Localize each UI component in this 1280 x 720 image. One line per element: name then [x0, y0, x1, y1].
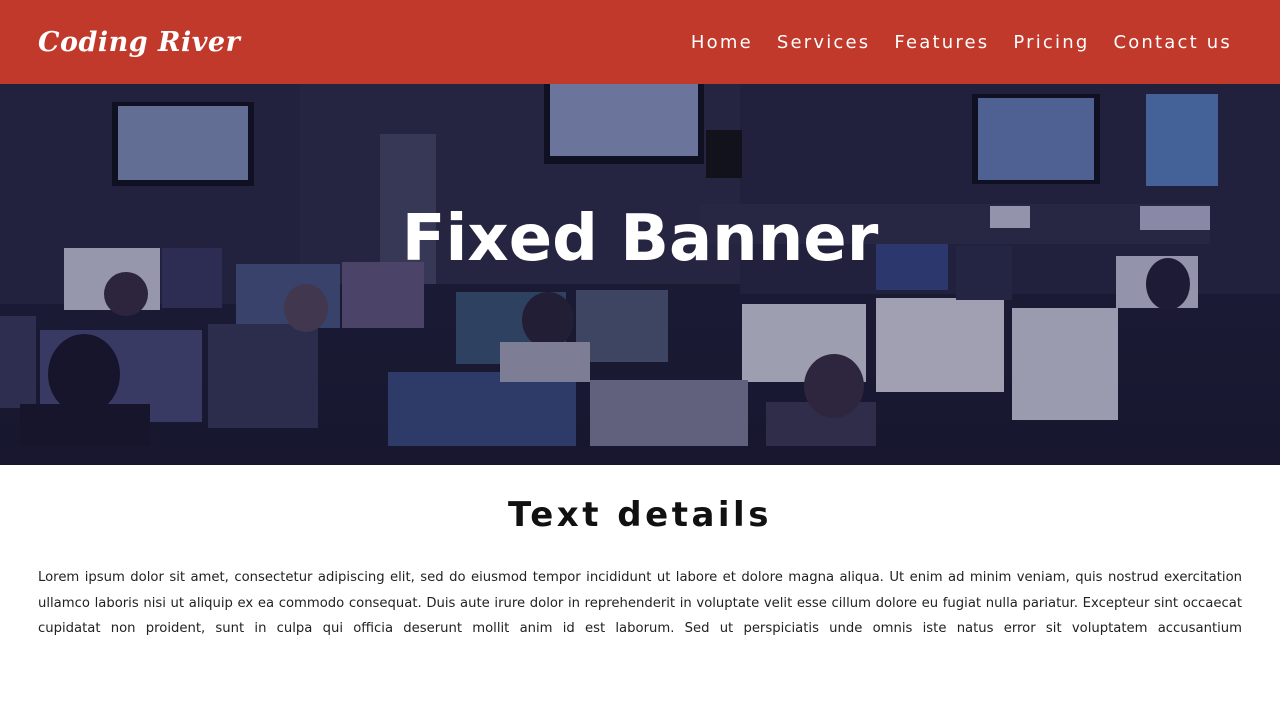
banner-title: Fixed Banner — [401, 202, 879, 276]
nav-item-home: Home — [691, 32, 753, 53]
section-heading: Text details — [508, 495, 772, 535]
nav-item-services: Services — [777, 32, 871, 53]
hero-banner: Fixed Banner — [0, 84, 1280, 465]
nav-menu: Home Services Features Pricing Contact u… — [691, 32, 1232, 53]
nav-item-pricing: Pricing — [1013, 32, 1089, 53]
nav-link-pricing[interactable]: Pricing — [1013, 32, 1089, 53]
nav-link-features[interactable]: Features — [894, 32, 989, 53]
nav-item-contact: Contact us — [1113, 32, 1232, 53]
nav-item-features: Features — [894, 32, 989, 53]
navbar: Coding River Home Services Features Pric… — [0, 0, 1280, 84]
nav-link-home[interactable]: Home — [691, 32, 753, 53]
body-paragraph: Lorem ipsum dolor sit amet, consectetur … — [38, 570, 1242, 636]
nav-link-contact[interactable]: Contact us — [1113, 32, 1232, 53]
brand-logo[interactable]: Coding River — [38, 27, 240, 58]
nav-link-services[interactable]: Services — [777, 32, 871, 53]
content-section: Text details Lorem ipsum dolor sit amet,… — [0, 465, 1280, 720]
